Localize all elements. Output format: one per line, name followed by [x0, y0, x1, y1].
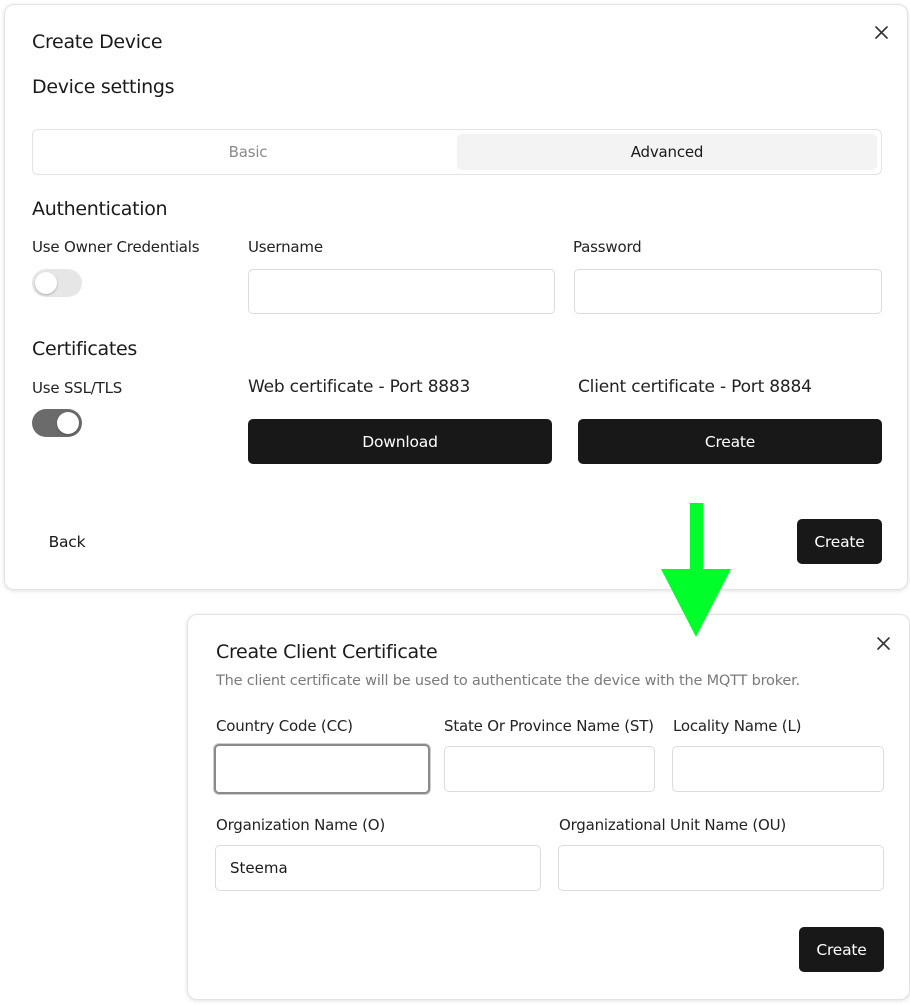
- password-input[interactable]: [574, 269, 882, 314]
- organization-label: Organization Name (O): [216, 816, 385, 834]
- dialog-title: Create Device: [32, 31, 163, 53]
- country-code-input[interactable]: [214, 744, 430, 794]
- ssl-label: Use SSL/TLS: [32, 379, 123, 397]
- download-button[interactable]: Download: [248, 419, 552, 464]
- tab-advanced[interactable]: Advanced: [457, 134, 877, 170]
- toggle-knob: [35, 272, 57, 294]
- toggle-knob: [57, 412, 79, 434]
- arrow-down-icon: [661, 503, 731, 637]
- locality-label: Locality Name (L): [673, 717, 802, 735]
- organization-input[interactable]: [215, 845, 541, 891]
- tab-basic[interactable]: Basic: [37, 134, 459, 170]
- close-icon[interactable]: [870, 21, 892, 43]
- owner-credentials-toggle[interactable]: [32, 269, 82, 297]
- state-input[interactable]: [444, 746, 655, 792]
- password-label: Password: [573, 238, 642, 256]
- client-certificate-label: Client certificate - Port 8884: [578, 377, 812, 397]
- create-device-button[interactable]: Create: [797, 519, 882, 564]
- close-icon[interactable]: [872, 632, 894, 654]
- username-input[interactable]: [248, 269, 555, 314]
- create-client-certificate-dialog: Create Client Certificate The client cer…: [187, 614, 910, 1000]
- locality-input[interactable]: [672, 746, 884, 792]
- authentication-heading: Authentication: [32, 198, 168, 220]
- create-client-certificate-button[interactable]: Create: [799, 927, 884, 972]
- device-settings-heading: Device settings: [32, 76, 175, 98]
- web-certificate-label: Web certificate - Port 8883: [248, 377, 471, 397]
- certificates-heading: Certificates: [32, 338, 137, 360]
- back-button[interactable]: Back: [32, 519, 102, 564]
- dialog-description: The client certificate will be used to a…: [216, 673, 800, 689]
- country-code-label: Country Code (CC): [216, 717, 353, 735]
- owner-credentials-label: Use Owner Credentials: [32, 238, 200, 256]
- dialog-title: Create Client Certificate: [216, 641, 438, 663]
- org-unit-input[interactable]: [558, 845, 884, 891]
- create-certificate-button[interactable]: Create: [578, 419, 882, 464]
- ssl-toggle[interactable]: [32, 409, 82, 437]
- username-label: Username: [248, 238, 323, 256]
- settings-tabs: Basic Advanced: [32, 129, 882, 175]
- org-unit-label: Organizational Unit Name (OU): [559, 816, 787, 834]
- state-label: State Or Province Name (ST): [444, 717, 654, 735]
- create-device-dialog: Create Device Device settings Basic Adva…: [4, 4, 908, 590]
